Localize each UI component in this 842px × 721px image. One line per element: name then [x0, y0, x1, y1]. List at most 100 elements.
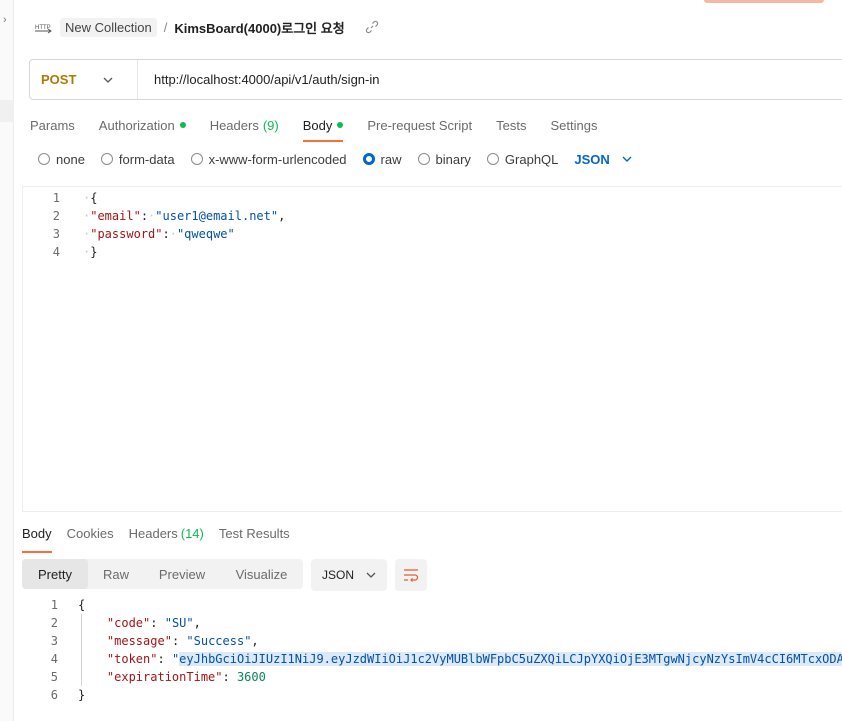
- line-number: 4: [50, 652, 58, 666]
- sidebar-tick-icon: ›: [3, 14, 7, 26]
- radio-form-data[interactable]: form-data: [100, 151, 175, 167]
- radio-circle: [100, 153, 113, 165]
- line-number: 3: [50, 634, 58, 648]
- radio-none[interactable]: none: [38, 152, 85, 167]
- tab-label: Test Results: [218, 526, 290, 541]
- json-value: "SU": [164, 616, 194, 630]
- active-tab-accent: [704, 0, 824, 3]
- tab-tests[interactable]: Tests: [496, 114, 526, 136]
- breadcrumb-separator: /: [163, 19, 168, 35]
- radio-label: binary: [435, 151, 471, 167]
- code-line: 4 "token": "eyJhbGciOiJIUzI1NiJ9.eyJzdWI…: [22, 650, 842, 668]
- wrap-lines-button[interactable]: [395, 559, 427, 591]
- radio-graphql[interactable]: GraphQL: [486, 152, 558, 167]
- body-format-label: JSON: [574, 151, 610, 167]
- tab-label: Body: [22, 526, 52, 541]
- sidebar-edge: ›: [0, 0, 14, 721]
- radio-circle: [190, 153, 203, 165]
- code-line: 4 ·}: [23, 243, 98, 261]
- tab-count: (14): [180, 526, 204, 541]
- breadcrumb-collection[interactable]: New Collection: [60, 17, 157, 37]
- request-tabs: Params Authorization Headers (9) Body Pre…: [30, 114, 621, 142]
- response-format-label: JSON: [322, 568, 355, 582]
- line-number: 2: [50, 616, 58, 630]
- status-dot: [337, 122, 344, 128]
- response-format-select[interactable]: JSON: [311, 559, 387, 591]
- json-value: 3600: [236, 670, 266, 684]
- json-value: "qweqwe": [176, 227, 235, 241]
- code-line: 3 ·"password":·"qweqwe": [23, 225, 235, 243]
- tab-cookies[interactable]: Cookies: [67, 526, 114, 546]
- tab-params[interactable]: Params: [30, 114, 75, 136]
- radio-circle: [38, 153, 50, 165]
- chevron-down-icon: [103, 77, 113, 83]
- view-pretty-button[interactable]: Pretty: [22, 559, 88, 589]
- code-token: }: [78, 688, 86, 702]
- radio-circle: [362, 153, 375, 165]
- tab-authorization[interactable]: Authorization: [99, 114, 186, 136]
- radio-label: none: [56, 151, 85, 167]
- view-visualize-button[interactable]: Visualize: [220, 559, 303, 589]
- url-bar: POST http://localhost:4000/api/v1/auth/s…: [29, 59, 842, 100]
- json-value: eyJhbGciOiJIUzI1NiJ9.eyJzdWIiOiJ1c2VyMUB…: [179, 652, 842, 666]
- line-number: 6: [50, 688, 58, 702]
- json-key: "token": [106, 652, 158, 666]
- json-key: "email": [90, 209, 141, 223]
- method-label: POST: [41, 72, 77, 87]
- view-preview-button[interactable]: Preview: [144, 559, 220, 589]
- chevron-down-icon: [622, 156, 632, 162]
- radio-circle: [486, 153, 499, 165]
- request-title[interactable]: KimsBoard(4000)로그인 요청: [174, 18, 344, 37]
- tab-count: (9): [262, 117, 279, 133]
- request-body-editor[interactable]: 1 ·{ 2 ·"email":·"user1@email.net", 3 ·"pas…: [22, 186, 842, 512]
- radio-label: form-data: [118, 151, 175, 167]
- tab-response-headers[interactable]: Headers (14): [129, 526, 204, 546]
- response-view-selector: Pretty Raw Preview Visualize: [22, 559, 303, 589]
- line-number: 2: [52, 209, 60, 223]
- response-body-viewer[interactable]: 1 { 2 "code": "SU", 3 "message": "Success…: [22, 596, 842, 706]
- link-icon[interactable]: [365, 20, 379, 34]
- radio-circle: [417, 153, 430, 165]
- json-key: "password": [90, 227, 163, 241]
- radio-binary[interactable]: binary: [417, 151, 471, 167]
- code-line: 2 "code": "SU",: [22, 614, 842, 632]
- code-token: {: [78, 598, 86, 612]
- tab-headers[interactable]: Headers (9): [210, 114, 279, 136]
- tab-test-results[interactable]: Test Results: [219, 526, 290, 546]
- radio-raw[interactable]: raw: [362, 151, 402, 167]
- tab-label: Cookies: [66, 526, 114, 541]
- tab-label: Headers: [209, 117, 259, 133]
- view-raw-button[interactable]: Raw: [88, 559, 144, 589]
- line-number: 4: [52, 245, 60, 259]
- tab-label: Settings: [550, 117, 598, 133]
- svg-text:HTTP: HTTP: [35, 25, 51, 31]
- url-input[interactable]: http://localhost:4000/api/v1/auth/sign-i…: [138, 72, 379, 87]
- radio-x-www-form-urlencoded[interactable]: x-www-form-urlencoded: [190, 151, 347, 167]
- line-number: 1: [52, 191, 60, 205]
- radio-label: x-www-form-urlencoded: [208, 151, 347, 167]
- tab-label: Authorization: [98, 117, 175, 133]
- tab-label: Pre-request Script: [367, 117, 473, 133]
- json-value: "user1@email.net": [155, 209, 279, 223]
- line-number: 1: [50, 598, 58, 612]
- tab-label: Body: [302, 117, 333, 133]
- method-select[interactable]: POST: [30, 60, 138, 99]
- tab-label: Headers: [128, 526, 178, 541]
- tab-settings[interactable]: Settings: [550, 114, 597, 136]
- tab-body[interactable]: Body: [302, 114, 344, 142]
- code-line: 1 ·{: [23, 189, 98, 207]
- sidebar-active-marker: [0, 100, 14, 122]
- tab-response-body[interactable]: Body: [22, 526, 52, 553]
- json-key: "code": [106, 616, 151, 630]
- code-line: 2 ·"email":·"user1@email.net",: [23, 207, 286, 225]
- tab-label: Tests: [496, 117, 527, 133]
- tab-pre-request-script[interactable]: Pre-request Script: [367, 114, 472, 136]
- code-line: 6}: [22, 686, 842, 704]
- code-token: }: [90, 245, 98, 259]
- breadcrumb: HTTP New Collection / KimsBoard(4000)로그인…: [34, 16, 379, 38]
- body-format-select[interactable]: JSON: [574, 151, 632, 167]
- status-dot: [179, 122, 186, 128]
- code-line: 3 "message": "Success",: [22, 632, 842, 650]
- http-request-icon: HTTP: [34, 19, 52, 35]
- radio-label: raw: [380, 151, 402, 167]
